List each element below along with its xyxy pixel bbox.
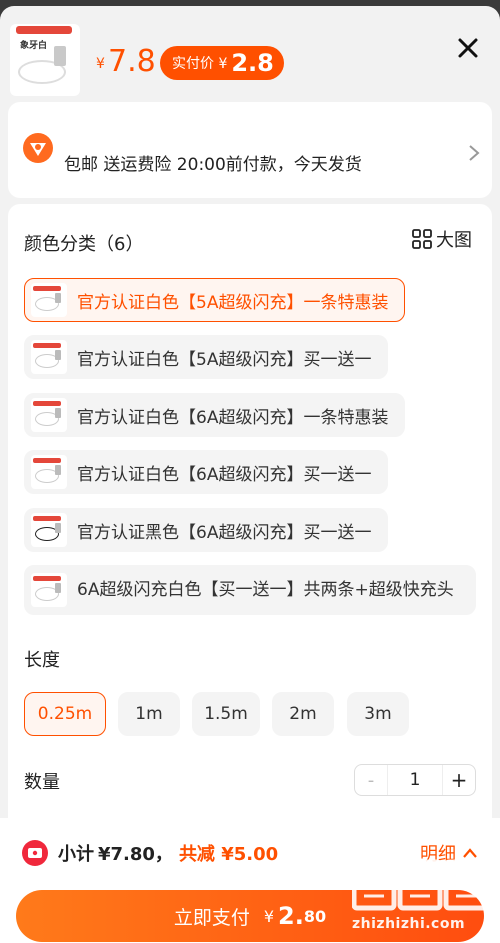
subtotal-label: 小计 [58,844,94,865]
variant-label: 官方认证白色【5A超级闪充】一条特惠装 [77,292,389,313]
quantity-input[interactable]: 1 [387,765,443,795]
watermark-text: zhizhizhi.com [352,916,466,932]
options-card: 颜色分类（6） 大图 官方认证白色【5A超级闪充】一条特惠装 官方认证白色【5A… [8,204,492,844]
thumb-tag [16,26,72,34]
variant-thumbnail [31,283,67,317]
plug-image [54,46,66,66]
variant-option[interactable]: 6A超级闪充白色【买一送一】共两条+超级快充头 [24,565,476,615]
quantity-plus-button[interactable]: + [443,768,475,792]
variant-thumbnail [31,398,67,432]
length-option[interactable]: 1m [118,692,180,736]
length-option[interactable]: 0.25m [24,692,106,736]
variant-label: 官方认证白色【5A超级闪充】买一送一 [77,349,372,370]
price-currency: ¥ [96,56,105,72]
product-thumbnail[interactable]: 象牙白 [10,24,80,96]
shipping-badge-icon [22,132,54,164]
variant-option[interactable]: 官方认证白色【6A超级闪充】买一送一 [24,450,389,494]
variant-option[interactable]: 官方认证白色【6A超级闪充】一条特惠装 [24,393,406,437]
pay-now-amount-dec: 80 [303,906,327,926]
actual-price-badge: 实付价 ¥ 2.8 [160,46,284,80]
sku-sheet: 象牙白 ¥ 7.8 实付价 ¥ 2.8 包邮 送运费险 20:00前付款，今天发… [0,6,500,943]
sheet-header: 象牙白 ¥ 7.8 实付价 ¥ 2.8 [0,6,500,98]
quantity-minus-button[interactable]: - [355,770,387,791]
service-text: 包邮 送运费险 20:00前付款，今天发货 [64,155,362,175]
variant-option[interactable]: 官方认证白色【5A超级闪充】买一送一 [24,335,389,379]
variant-thumbnail [31,455,67,489]
length-option[interactable]: 1.5m [192,692,260,736]
actual-price-label: 实付价 ¥ [172,56,228,72]
variant-option[interactable]: 官方认证白色【5A超级闪充】一条特惠装 [24,278,406,322]
big-view-button[interactable]: 大图 [412,226,472,252]
actual-price-amount: 2.8 [231,49,274,77]
total-savings: 共减 ¥5.00 [178,844,279,865]
variant-label: 官方认证黑色【6A超级闪充】买一送一 [77,522,372,543]
subtotal-row: 小计 ¥7.80， 共减 ¥5.00 [22,840,278,866]
variant-option[interactable]: 官方认证黑色【6A超级闪充】买一送一 [24,508,389,552]
variant-label: 官方认证白色【6A超级闪充】一条特惠装 [77,407,389,428]
watermark-logo [352,859,488,911]
coupon-icon [22,840,48,866]
quantity-section-title: 数量 [24,772,60,793]
big-view-label: 大图 [436,230,472,251]
service-card[interactable]: 包邮 送运费险 20:00前付款，今天发货 [8,102,492,198]
grid-icon [412,229,432,249]
product-price: 7.8 [108,44,156,79]
variant-label: 官方认证白色【6A超级闪充】买一送一 [77,464,372,485]
close-icon[interactable] [456,36,480,60]
thumb-brand: 象牙白 [20,41,48,51]
length-option[interactable]: 3m [347,692,409,736]
variant-label: 6A超级闪充白色【买一送一】共两条+超级快充头 [77,579,454,600]
variant-thumbnail [31,573,67,607]
pay-now-amount-int: 2. [278,902,304,930]
chevron-right-icon [468,144,480,162]
pay-now-label: 立即支付 [173,906,250,929]
pay-now-currency: ¥ [263,906,275,926]
variant-thumbnail [31,513,67,547]
quantity-stepper: - 1 + [354,764,476,796]
variant-thumbnail [31,340,67,374]
length-section-title: 长度 [24,650,60,671]
subtotal-value: ¥7.80， [98,844,173,865]
color-section-title: 颜色分类（6） [24,234,144,255]
length-option[interactable]: 2m [272,692,334,736]
